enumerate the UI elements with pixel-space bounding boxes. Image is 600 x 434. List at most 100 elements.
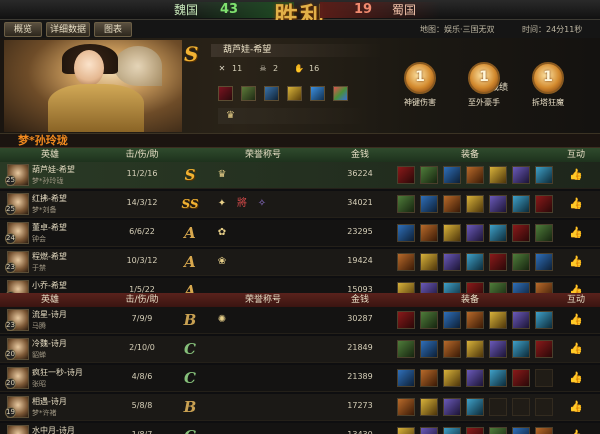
equipment-slot[interactable]	[420, 369, 438, 387]
equipment-slot[interactable]	[512, 253, 530, 271]
equipment-slot[interactable]	[489, 427, 507, 434]
equipment-slot[interactable]	[420, 427, 438, 434]
equipment-slot[interactable]	[397, 311, 415, 329]
equipment-slot[interactable]	[489, 311, 507, 329]
equipment-slot[interactable]	[512, 224, 530, 242]
equipment-slot[interactable]	[512, 340, 530, 358]
equipment-slot[interactable]	[420, 195, 438, 213]
equipment-slot[interactable]	[535, 224, 553, 242]
equipment-slot[interactable]	[443, 195, 461, 213]
equipment-slot[interactable]	[397, 224, 415, 242]
equipment-slot[interactable]	[443, 340, 461, 358]
player-name: 钟会	[32, 235, 46, 243]
equipment-slot[interactable]	[443, 398, 461, 416]
equipment-slot[interactable]	[512, 166, 530, 184]
hero-level: 24	[5, 233, 16, 244]
hero-name: 葫芦娃-希望	[32, 165, 75, 174]
hero-name: 流星-诗月	[32, 310, 67, 319]
equipment-slot[interactable]	[397, 340, 415, 358]
featured-hero-panel: S 葫芦娃-希望 ✕11 ☠2 ✋16 ♛ 本场战绩 1 神键伤害 1 至外豪手…	[0, 38, 600, 134]
equipment-slot[interactable]	[466, 398, 484, 416]
grade-badge: SS	[181, 197, 199, 211]
kda-value: 2/10/0	[129, 343, 155, 352]
gold-value: 36224	[347, 169, 373, 178]
equipment-slot[interactable]	[466, 253, 484, 271]
like-icon[interactable]: 👍	[568, 428, 584, 434]
skull-icon: ☠	[259, 64, 267, 73]
equipment-slot[interactable]	[287, 86, 302, 101]
equipment-slot[interactable]	[466, 195, 484, 213]
like-icon[interactable]: 👍	[568, 254, 584, 270]
map-info: 地图：娱乐·三国无双	[420, 25, 495, 34]
medal-damage: 1 神键伤害	[398, 62, 442, 107]
equipment-slot[interactable]	[489, 195, 507, 213]
equipment-slot[interactable]	[466, 224, 484, 242]
equipment-slot[interactable]	[420, 340, 438, 358]
like-icon[interactable]: 👍	[568, 341, 584, 357]
equipment-slot[interactable]	[420, 398, 438, 416]
tab-detail-data[interactable]: 详细数据	[46, 22, 90, 37]
tab-overview[interactable]: 概览	[4, 22, 42, 37]
equipment-slot[interactable]	[512, 195, 530, 213]
equipment-slot[interactable]	[420, 166, 438, 184]
like-icon[interactable]: 👍	[568, 167, 584, 183]
equipment-slot[interactable]	[397, 253, 415, 271]
equipment-slot[interactable]	[512, 427, 530, 434]
equipment-slot[interactable]	[420, 253, 438, 271]
kills-stat: ✕ 11	[218, 64, 243, 73]
equipment-slot[interactable]	[218, 86, 233, 101]
equipment-slot[interactable]	[397, 166, 415, 184]
like-icon[interactable]: 👍	[568, 370, 584, 386]
equipment-slot[interactable]	[466, 427, 484, 434]
like-icon[interactable]: 👍	[568, 196, 584, 212]
equipment-slot[interactable]	[443, 427, 461, 434]
col-interact: 互动	[566, 295, 585, 305]
equipment-slot[interactable]	[443, 369, 461, 387]
equipment-slot[interactable]	[333, 86, 348, 101]
equipment-slot[interactable]	[397, 369, 415, 387]
equipment-slot[interactable]	[489, 340, 507, 358]
equipment-slot[interactable]	[489, 166, 507, 184]
equipment-slot	[535, 398, 553, 416]
equipment-slot[interactable]	[420, 224, 438, 242]
score-bar: 魏国 43 胜利 19 蜀国	[0, 0, 600, 30]
equipment-slot[interactable]	[420, 311, 438, 329]
equipment-slot[interactable]	[264, 86, 279, 101]
tab-bar: 概览 详细数据 图表	[0, 20, 600, 38]
equipment-slot[interactable]	[535, 166, 553, 184]
gold-value: 17273	[347, 401, 373, 410]
like-icon[interactable]: 👍	[568, 312, 584, 328]
equipment-slot[interactable]	[466, 311, 484, 329]
tab-charts[interactable]: 图表	[94, 22, 132, 37]
equipment-slot[interactable]	[489, 369, 507, 387]
equipment-slot[interactable]	[397, 195, 415, 213]
equipment-slot[interactable]	[489, 224, 507, 242]
grade-badge: A	[184, 253, 196, 271]
equipment-slot[interactable]	[535, 340, 553, 358]
equipment-slot[interactable]	[489, 253, 507, 271]
equipment-slot[interactable]	[310, 86, 325, 101]
player-name: 梦*孙玲珑	[18, 134, 68, 147]
equipment-slot[interactable]	[512, 311, 530, 329]
equipment-slot[interactable]	[466, 340, 484, 358]
equipment-slot[interactable]	[443, 311, 461, 329]
equipment-slot[interactable]	[397, 398, 415, 416]
like-icon[interactable]: 👍	[568, 399, 584, 415]
equipment-slot[interactable]	[512, 369, 530, 387]
equipment-slot[interactable]	[535, 253, 553, 271]
equipment-slot[interactable]	[535, 311, 553, 329]
equipment-slot[interactable]	[466, 369, 484, 387]
equipment-slot[interactable]	[443, 253, 461, 271]
equipment-slot[interactable]	[535, 195, 553, 213]
hero-avatar[interactable]	[7, 425, 29, 434]
equipment-slot[interactable]	[443, 224, 461, 242]
equipment-slot[interactable]	[535, 427, 553, 434]
like-icon[interactable]: 👍	[568, 225, 584, 241]
equipment-slot[interactable]	[241, 86, 256, 101]
equipment-slot[interactable]	[466, 166, 484, 184]
equipment-slot[interactable]	[443, 166, 461, 184]
equipment-slot[interactable]	[397, 427, 415, 434]
honor-title-icon: ✺	[217, 314, 227, 325]
equipment-slot	[512, 398, 530, 416]
col-honor: 荣誉称号	[244, 295, 281, 305]
